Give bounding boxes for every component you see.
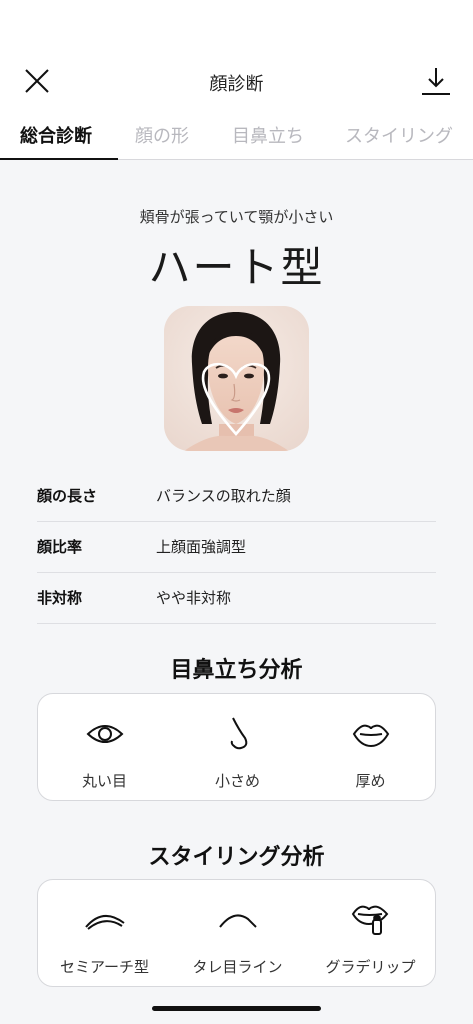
feature-label: 丸い目 <box>81 772 127 790</box>
styling-label: グラデリップ <box>325 958 416 976</box>
lips-icon <box>345 712 397 756</box>
feature-label: 小さめ <box>214 772 260 790</box>
droopy-eyeliner-icon <box>212 898 264 942</box>
info-label: 顔の長さ <box>37 487 98 505</box>
info-row-face-length: 顔の長さ バランスの取れた顔 <box>37 471 436 522</box>
tab-features[interactable]: 目鼻立ち <box>232 122 304 148</box>
tab-bar: 総合診断 顔の形 目鼻立ち スタイリング <box>0 112 473 161</box>
gradient-lip-icon <box>345 898 397 942</box>
eye-icon <box>79 712 131 756</box>
arched-brow-icon <box>79 898 131 942</box>
info-label: 非対称 <box>37 589 83 607</box>
info-value: やや非対称 <box>156 589 232 607</box>
styling-lip[interactable]: グラデリップ <box>304 880 437 988</box>
styling-label: タレ目ライン <box>192 958 283 976</box>
download-icon <box>422 68 450 95</box>
tab-overall[interactable]: 総合診断 <box>20 122 92 148</box>
feature-label: 厚め <box>355 772 386 790</box>
feature-lips[interactable]: 厚め <box>304 694 437 802</box>
tab-styling[interactable]: スタイリング <box>345 122 453 148</box>
result-subtitle: 頬骨が張っていて顎が小さい <box>139 208 334 226</box>
features-card: 丸い目 小さめ 厚め <box>37 693 436 801</box>
info-label: 顔比率 <box>37 538 83 556</box>
face-diagnosis-screen: 顔診断 総合診断 顔の形 目鼻立ち スタイリング 頬骨が張っていて顎が小さい ハ… <box>0 0 473 1024</box>
face-type-title: ハート型 <box>148 243 325 292</box>
styling-label: セミアーチ型 <box>59 958 150 976</box>
tab-face-shape[interactable]: 顔の形 <box>135 122 189 148</box>
styling-eyeliner[interactable]: タレ目ライン <box>171 880 304 988</box>
feature-eyes[interactable]: 丸い目 <box>38 694 171 802</box>
info-row-asymmetry: 非対称 やや非対称 <box>37 573 436 624</box>
face-image <box>164 306 309 451</box>
download-button[interactable] <box>419 64 453 98</box>
features-section-title: 目鼻立ち分析 <box>170 658 303 683</box>
nose-icon <box>212 712 264 756</box>
feature-nose[interactable]: 小さめ <box>171 694 304 802</box>
styling-section-title: スタイリング分析 <box>148 845 325 870</box>
top-bar: 顔診断 <box>0 0 473 112</box>
home-indicator[interactable] <box>152 1006 321 1011</box>
main-content: 頬骨が張っていて顎が小さい ハート型 顔の長さ バランスの取れた顔 顔比率 上顔… <box>0 160 473 1024</box>
info-value: 上顔面強調型 <box>156 538 247 556</box>
page-title: 顔診断 <box>209 74 264 95</box>
info-row-face-ratio: 顔比率 上顔面強調型 <box>37 522 436 573</box>
styling-brow[interactable]: セミアーチ型 <box>38 880 171 988</box>
info-value: バランスの取れた顔 <box>156 487 291 505</box>
styling-card: セミアーチ型 タレ目ライン グラデリップ <box>37 879 436 987</box>
